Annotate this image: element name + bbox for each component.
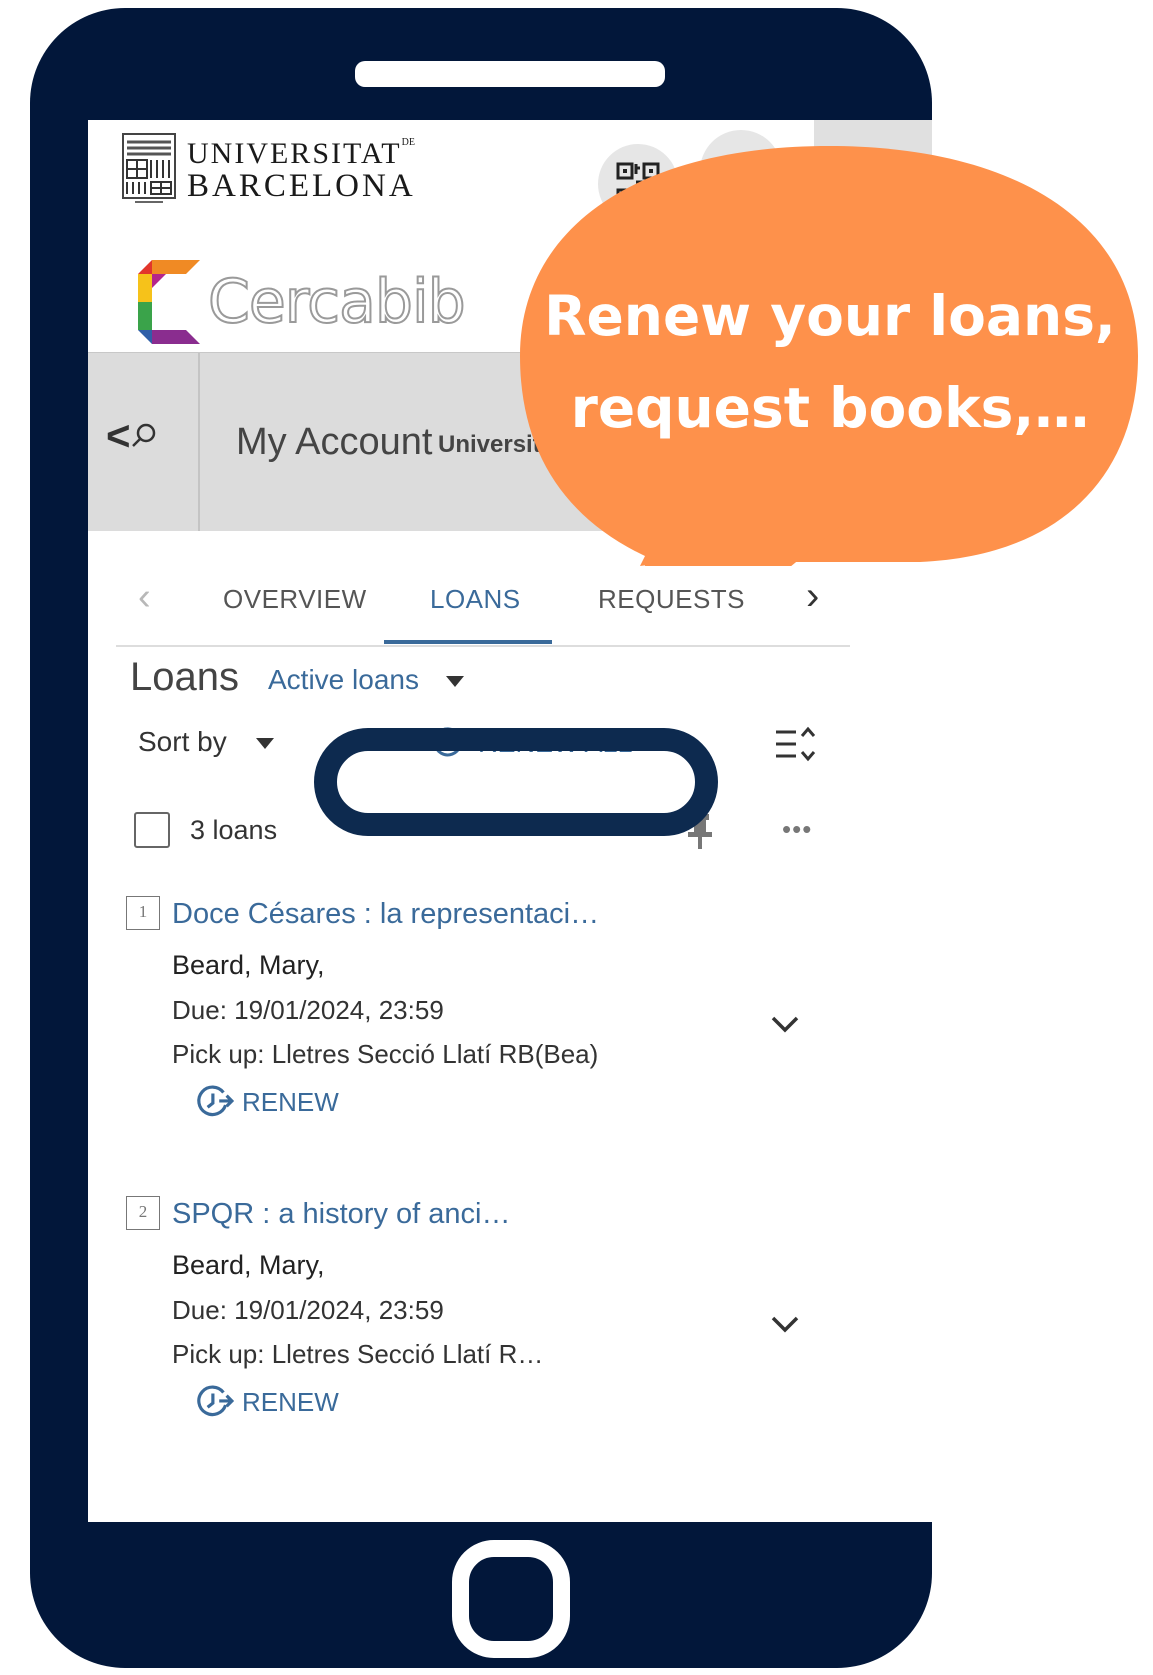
chevron-left-icon: < <box>106 412 131 459</box>
tabs-scroll-left-icon[interactable]: ‹ <box>138 576 151 619</box>
loan-renew-button[interactable]: RENEW <box>196 1384 339 1420</box>
tab-overview[interactable]: OVERVIEW <box>223 584 367 615</box>
loan-renew-button[interactable]: RENEW <box>196 1084 339 1120</box>
university-logo[interactable]: UNIVERSITATDE BARCELONA <box>121 132 416 210</box>
loans-heading: Loans <box>130 655 239 699</box>
account-tabs: ‹ OVERVIEW LOANS REQUESTS › <box>116 560 850 647</box>
loan-due-date: Due: 19/01/2024, 23:59 <box>172 1295 444 1325</box>
search-icon <box>131 423 155 447</box>
loan-author: Beard, Mary, <box>172 950 325 980</box>
callout-line-1: Renew your loans, <box>544 284 1116 348</box>
loan-pickup: Pick up: Lletres Secció Llatí R… <box>172 1339 544 1369</box>
back-search-button[interactable]: < <box>106 415 157 457</box>
phone-home-button <box>452 1540 570 1658</box>
loan-title-link[interactable]: Doce Césares : la representaci… <box>172 898 599 931</box>
phone-speaker <box>355 61 665 87</box>
university-name-de: DE <box>401 136 415 148</box>
loan-item: 1 Doce Césares : la representaci… Beard,… <box>126 896 886 1146</box>
cercabib-logo[interactable]: Cercabib <box>138 260 467 344</box>
sort-toggle-icon[interactable] <box>774 724 816 766</box>
account-bar-divider <box>198 353 200 531</box>
filter-caret-icon[interactable] <box>446 676 464 687</box>
callout-text: Renew your loans, request books,… <box>525 270 1135 454</box>
renew-all-highlight <box>314 728 718 836</box>
university-crest-icon <box>122 133 176 203</box>
university-name-line1: UNIVERSITAT <box>187 136 402 170</box>
loan-count: 3 loans <box>190 814 278 845</box>
renew-clock-icon <box>197 1085 234 1117</box>
expand-chevron-icon[interactable] <box>770 1014 800 1034</box>
loan-number: 2 <box>126 1196 160 1230</box>
expand-chevron-icon[interactable] <box>770 1314 800 1334</box>
loan-due-date: Due: 19/01/2024, 23:59 <box>172 995 444 1025</box>
active-tab-indicator <box>384 640 552 644</box>
page-title: My Account <box>236 421 433 463</box>
cercabib-name: Cercabib <box>207 266 467 338</box>
more-options-button[interactable]: ••• <box>782 814 812 845</box>
select-all-checkbox[interactable] <box>134 812 170 848</box>
tabs-scroll-right-icon[interactable]: › <box>806 574 819 619</box>
loan-title-link[interactable]: SPQR : a history of anci… <box>172 1198 510 1231</box>
loan-number: 1 <box>126 896 160 930</box>
sort-by-select[interactable]: Sort by <box>138 726 227 758</box>
tab-requests[interactable]: REQUESTS <box>598 584 745 615</box>
cercabib-c-icon <box>138 260 200 344</box>
tab-loans[interactable]: LOANS <box>430 584 521 615</box>
university-name-line2: BARCELONA <box>187 168 416 205</box>
select-all-row: 3 loans <box>134 812 277 848</box>
loan-renew-label: RENEW <box>242 1086 339 1117</box>
callout-line-2: request books,… <box>570 376 1090 440</box>
loan-renew-label: RENEW <box>242 1386 339 1417</box>
loan-pickup: Pick up: Lletres Secció Llatí RB(Bea) <box>172 1039 599 1069</box>
loan-item: 2 SPQR : a history of anci… Beard, Mary,… <box>126 1196 886 1446</box>
renew-clock-icon <box>197 1385 234 1417</box>
loan-author: Beard, Mary, <box>172 1250 325 1280</box>
sort-caret-icon[interactable] <box>256 738 274 749</box>
loans-filter-select[interactable]: Active loans <box>268 664 419 696</box>
